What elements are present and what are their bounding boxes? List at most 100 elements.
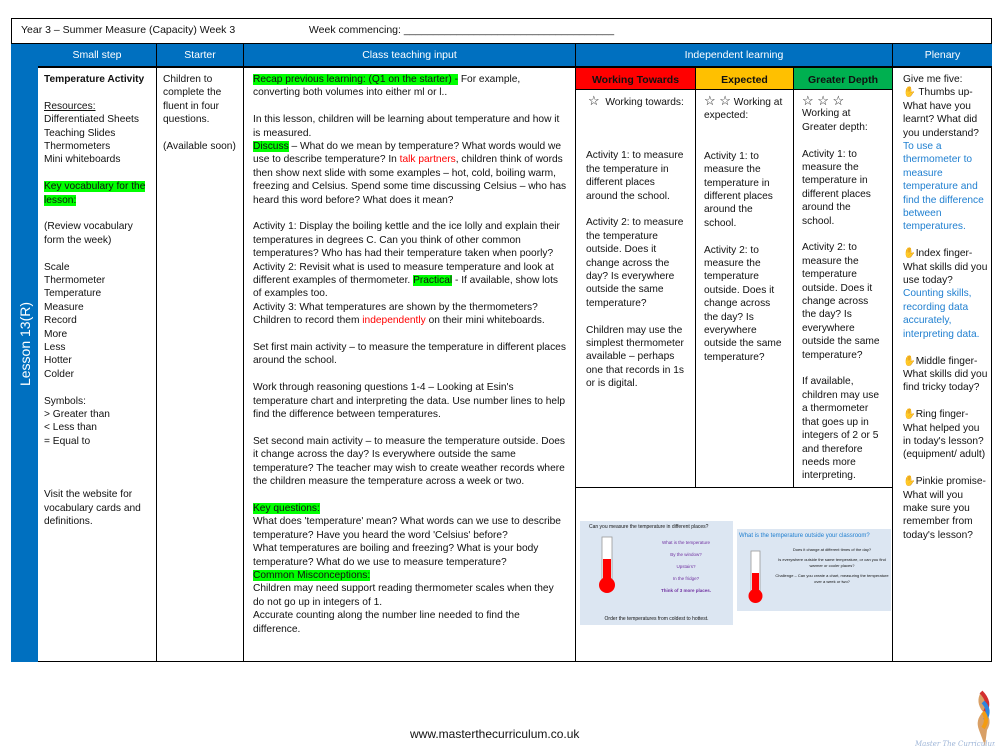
slide-outside-classroom: What is the temperature outside your cla… — [737, 529, 891, 611]
week-commencing: Week commencing: _______________________… — [308, 24, 615, 36]
vocab-item: Measure — [44, 301, 84, 313]
talk-partners: talk partners — [399, 154, 456, 166]
wt-activity-2: Activity 2: to measure the temperature o… — [586, 217, 684, 309]
symbol-item: < Less than — [44, 422, 97, 434]
intro-text: In this lesson, children will be learnin… — [253, 114, 560, 139]
vocab-item: Record — [44, 315, 77, 327]
slide-question: By the window? — [670, 552, 702, 557]
slide-question: Is everywhere outside the same temperatu… — [778, 557, 886, 568]
gd-activity-2: Activity 2: to measure the temperature o… — [802, 242, 880, 361]
expected-cell: ☆ ☆ Working at expected: Activity 1: to … — [696, 90, 794, 487]
activity-2: Activity 2: Revisit what is used to meas… — [253, 261, 567, 301]
activity-title: Temperature Activity — [44, 74, 145, 85]
greater-depth-cell: ☆ ☆ ☆ Working at Greater depth: Activity… — [794, 90, 893, 487]
band-expected: Expected — [696, 66, 794, 90]
hand-icon: ✋ — [903, 87, 916, 99]
resource-item: Teaching Slides — [44, 127, 116, 139]
symbol-item: = Equal to — [44, 435, 91, 447]
discuss-label: Discuss — [253, 141, 289, 153]
teaching-cell: Recap previous learning: (Q1 on the star… — [244, 66, 576, 662]
practical-label: Practical — [413, 275, 453, 287]
band-greater-depth: Greater Depth — [794, 66, 893, 90]
vocab-item: Temperature — [44, 288, 102, 300]
plan-title: Year 3 – Summer Measure (Capacity) Week … — [21, 24, 236, 36]
resource-item: Thermometers — [44, 141, 111, 153]
star-icon: ☆ ☆ — [704, 93, 731, 108]
recap-label: Recap previous learning: (Q1 on the star… — [253, 74, 458, 85]
plenary-question: Index finger- What skills did you use to… — [903, 248, 988, 287]
master-the-curriculum-logo: Master The Curriculum — [914, 690, 999, 748]
pencil-logo-icon: Master The Curriculum — [914, 690, 999, 748]
wt-activity-1: Activity 1: to measure the temperature i… — [586, 150, 684, 202]
resources-label: Resources: — [44, 100, 96, 112]
reasoning-text: Work through reasoning questions 1-4 – L… — [253, 382, 566, 421]
slide-question: In the fridge? — [672, 576, 700, 581]
plenary-answer: To use a thermometer to measure temperat… — [903, 141, 984, 233]
plenary-intro: Give me five: — [903, 74, 963, 85]
slide-title: What is the temperature outside your cla… — [739, 533, 870, 539]
working-towards-cell: ☆ Working towards: Activity 1: to measur… — [576, 90, 696, 487]
wt-heading: Working towards: — [605, 97, 684, 108]
thermometer-icon — [748, 550, 763, 603]
vocab-note: (Review vocabulary form the week) — [44, 221, 133, 246]
resource-item: Differentiated Sheets — [44, 114, 139, 126]
ex-activity-2: Activity 2: to measure the temperature o… — [704, 244, 782, 363]
header-starter: Starter — [157, 44, 244, 66]
plenary-cell: Give me five: ✋ Thumbs up- What have you… — [893, 66, 992, 662]
activity-1: Activity 1: Display the boiling kettle a… — [253, 221, 560, 260]
gd-activity-1: Activity 1: to measure the temperature i… — [802, 148, 871, 227]
band-working-towards: Working Towards — [576, 66, 696, 90]
key-questions: What does 'temperature' mean? What words… — [253, 516, 561, 541]
starter-note: (Available soon) — [163, 141, 236, 153]
slide-questions: What is the temperature By the window? U… — [640, 537, 732, 597]
vocab-item: Colder — [44, 368, 75, 380]
hand-icon: ✋ — [903, 355, 916, 367]
misconception: Children may need support reading thermo… — [253, 583, 554, 608]
starter-text: Children to complete the fluent in four … — [163, 74, 222, 126]
slides-area: Can you measure the temperature in diffe… — [576, 487, 893, 662]
header-independent: Independent learning — [576, 44, 893, 66]
vocab-item: More — [44, 328, 68, 340]
slide-questions: Does it change at different times of the… — [775, 547, 889, 585]
main-activity-1: Set first main activity – to measure the… — [253, 342, 566, 367]
website-note: Visit the website for vocabulary cards a… — [44, 489, 141, 528]
slide-question: Upstairs? — [676, 564, 696, 569]
slide-question: Think of 3 more places. — [660, 588, 711, 593]
vocab-label: Key vocabulary for the lesson: — [44, 181, 146, 206]
vocab-item: Less — [44, 342, 66, 354]
gd-heading: Working at Greater depth: — [802, 108, 868, 133]
star-icon: ☆ ☆ ☆ — [802, 93, 845, 108]
resource-item: Mini whiteboards — [44, 154, 121, 166]
slide-title: Can you measure the temperature in diffe… — [589, 524, 709, 530]
ex-activity-1: Activity 1: to measure the temperature i… — [704, 150, 773, 229]
header-small-step: Small step — [38, 44, 157, 66]
slide-question: What is the temperature — [661, 540, 711, 545]
header-bar: Year 3 – Summer Measure (Capacity) Week … — [11, 18, 992, 44]
symbols-label: Symbols: — [44, 395, 86, 407]
main-activity-2: Set second main activity – to measure th… — [253, 435, 566, 488]
starter-cell: Children to complete the fluent in four … — [157, 66, 244, 662]
vocab-item: Hotter — [44, 355, 72, 367]
gd-note: If available, children may use a thermom… — [802, 376, 880, 482]
key-questions: What temperatures are boiling and freezi… — [253, 543, 539, 568]
plenary-question: Middle finger- What skills did you find … — [903, 355, 988, 394]
hand-icon: ✋ — [903, 476, 916, 488]
wt-note: Children may use the simplest thermomete… — [586, 324, 684, 390]
header-plenary: Plenary — [893, 44, 992, 66]
website-link[interactable]: www.masterthecurriculum.co.uk — [410, 727, 579, 741]
symbol-item: > Greater than — [44, 409, 110, 421]
svg-text:Master The Curriculum: Master The Curriculum — [915, 740, 995, 748]
independently: independently — [362, 315, 426, 327]
star-icon: ☆ — [588, 93, 600, 108]
small-step-cell: Temperature Activity Resources: Differen… — [38, 66, 157, 662]
plenary-question: Pinkie promise- What will you make sure … — [903, 476, 986, 541]
plenary-question: Ring finger- What helped you in today's … — [903, 409, 986, 461]
vocab-item: Thermometer — [44, 275, 106, 287]
misconceptions-label: Common Misconceptions: — [253, 569, 371, 581]
misconception: Accurate counting along the number line … — [253, 610, 520, 635]
key-questions-label: Key questions: — [253, 502, 320, 514]
header-class-teaching: Class teaching input — [244, 44, 576, 66]
activity-3-text: on their mini whiteboards. — [425, 315, 545, 327]
hand-icon: ✋ — [903, 409, 916, 421]
slide-question: Challenge – Can you create a chart, meas… — [775, 573, 889, 584]
